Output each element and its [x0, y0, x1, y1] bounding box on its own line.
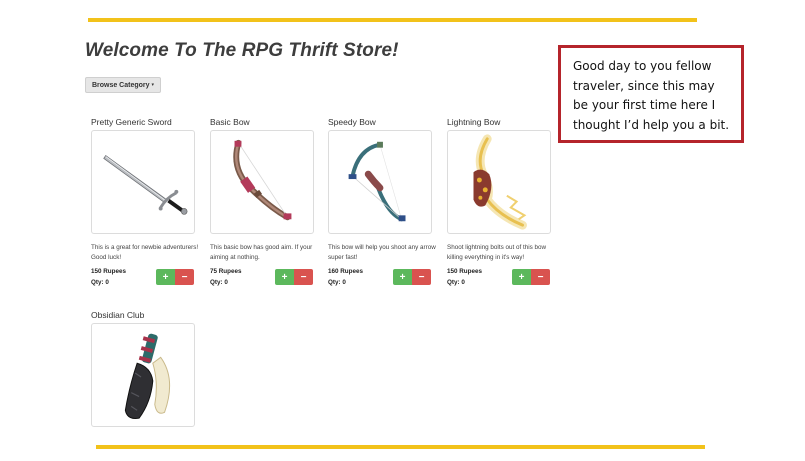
product-image	[447, 130, 551, 234]
qty-value: 0	[105, 279, 109, 286]
product-image	[91, 323, 195, 427]
product-image	[91, 130, 195, 234]
caret-down-icon: ▾	[151, 82, 155, 88]
product-card: Lightning Bow Shoot lightning bolts out …	[447, 117, 557, 286]
bottom-divider	[96, 445, 705, 449]
product-image	[210, 130, 314, 234]
product-name: Obsidian Club	[91, 310, 145, 320]
qty-value: 0	[224, 279, 228, 286]
product-price: 150 Rupees	[91, 268, 127, 275]
qty-label: Qty:	[328, 279, 341, 286]
product-image	[328, 130, 432, 234]
bow-icon	[348, 141, 406, 222]
qty-label: Qty:	[210, 279, 223, 286]
decrease-qty-button[interactable]: −	[294, 269, 313, 285]
product-description: This bow will help you shoot any arrow s…	[328, 244, 436, 261]
increase-qty-button[interactable]: +	[512, 269, 531, 285]
product-name: Lightning Bow	[447, 117, 501, 127]
browse-category-label: Browse Category	[91, 81, 150, 89]
product-card: Pretty Generic Sword This is a great for…	[91, 117, 201, 286]
increase-qty-button[interactable]: +	[275, 269, 294, 285]
tutorial-callout-text: Good day to you fellow traveler, since t…	[573, 59, 730, 132]
product-price: 160 Rupees	[328, 268, 364, 275]
product-qty: Qty: 0	[447, 279, 465, 286]
product-description: This is a great for newbie adventurers! …	[91, 244, 199, 261]
decrease-qty-button[interactable]: −	[175, 269, 194, 285]
product-qty: Qty: 0	[91, 279, 109, 286]
tutorial-callout: Good day to you fellow traveler, since t…	[558, 45, 744, 143]
product-card: Basic Bow This basic bow has good aim. I…	[210, 117, 320, 286]
product-name: Basic Bow	[210, 117, 250, 127]
increase-qty-button[interactable]: +	[156, 269, 175, 285]
sword-icon	[103, 154, 188, 215]
increase-qty-button[interactable]: +	[393, 269, 412, 285]
product-card: Obsidian Club	[91, 310, 201, 427]
product-qty: Qty: 0	[210, 279, 228, 286]
product-card: Speedy Bow This bow will help you shoot …	[328, 117, 438, 286]
product-description: Shoot lightning bolts out of this bow ki…	[447, 244, 547, 261]
product-description: This basic bow has good aim. If your aim…	[210, 244, 313, 261]
top-divider	[88, 18, 697, 22]
product-name: Speedy Bow	[328, 117, 376, 127]
club-icon	[124, 333, 171, 419]
decrease-qty-button[interactable]: −	[412, 269, 431, 285]
lightning-bow-icon	[473, 134, 527, 230]
qty-value: 0	[461, 279, 465, 286]
product-name: Pretty Generic Sword	[91, 117, 172, 127]
browse-category-dropdown[interactable]: Browse Category ▾	[85, 77, 161, 93]
qty-label: Qty:	[447, 279, 460, 286]
product-price: 150 Rupees	[447, 268, 483, 275]
qty-value: 0	[342, 279, 346, 286]
product-price: 75 Rupees	[210, 268, 242, 275]
qty-label: Qty:	[91, 279, 104, 286]
page-title: Welcome To The RPG Thrift Store!	[85, 40, 399, 61]
decrease-qty-button[interactable]: −	[531, 269, 550, 285]
product-qty: Qty: 0	[328, 279, 346, 286]
bow-icon	[233, 139, 292, 221]
